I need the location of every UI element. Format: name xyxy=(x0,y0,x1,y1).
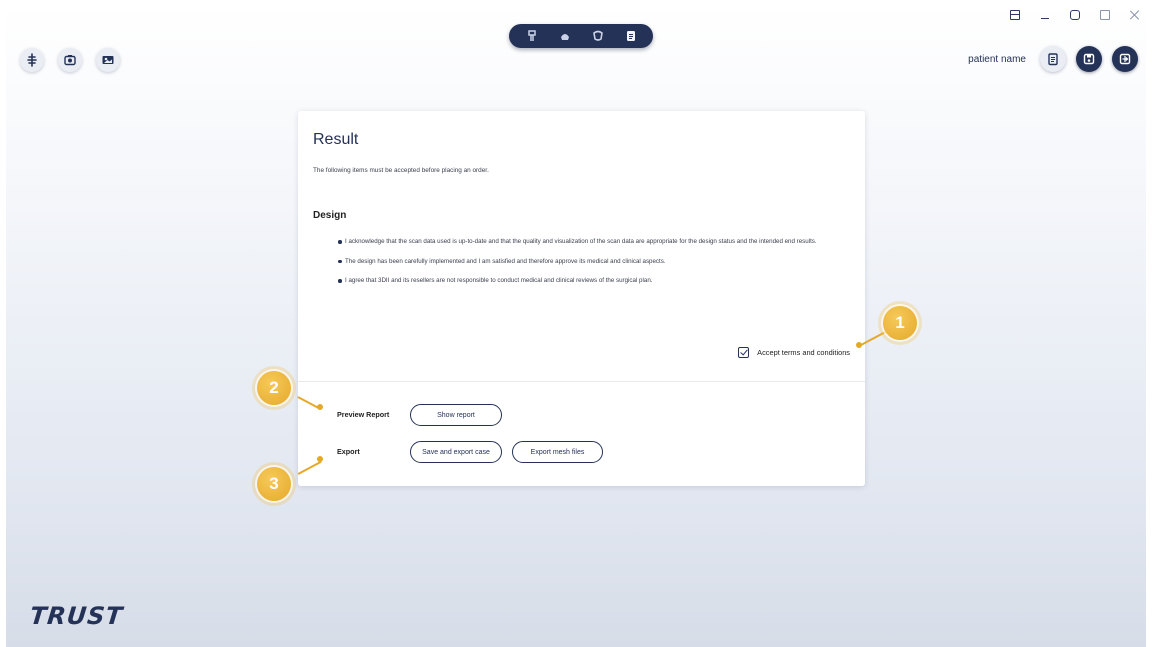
divider xyxy=(298,381,865,382)
callout-dot xyxy=(317,456,323,462)
step-guide[interactable] xyxy=(555,26,575,46)
bullet-icon xyxy=(338,240,342,244)
app-window: patient name Result The following items … xyxy=(6,6,1146,647)
implant-step-icon xyxy=(527,30,536,41)
camera-button[interactable] xyxy=(58,48,82,72)
patient-name: patient name xyxy=(968,53,1026,65)
popout-icon[interactable] xyxy=(1100,10,1110,20)
callout-number: 1 xyxy=(883,306,917,340)
step-tooth[interactable] xyxy=(588,26,608,46)
tooth-step-icon xyxy=(592,30,603,41)
result-step-icon xyxy=(626,31,635,41)
camera-icon xyxy=(64,55,76,66)
result-card: Result The following items must be accep… xyxy=(298,111,865,486)
maximize-icon[interactable] xyxy=(1070,10,1080,20)
term-text: The design has been carefully implemente… xyxy=(345,257,666,265)
list-item: I agree that 3DII and its resellers are … xyxy=(338,276,838,286)
save-button[interactable] xyxy=(1076,46,1102,72)
page-title: Result xyxy=(313,131,359,148)
callout-2: 2 xyxy=(252,366,296,410)
callout-3: 3 xyxy=(252,462,296,506)
accept-terms-label: Accept terms and conditions xyxy=(757,348,850,357)
design-terms-list: I acknowledge that the scan data used is… xyxy=(338,237,838,296)
image-button[interactable] xyxy=(96,48,120,72)
callout-dot xyxy=(317,404,323,410)
guide-step-icon xyxy=(560,34,569,40)
intro-text: The following items must be accepted bef… xyxy=(313,167,489,174)
callout-number: 2 xyxy=(257,371,291,405)
step-implant[interactable] xyxy=(522,26,542,46)
show-report-button[interactable]: Show report xyxy=(410,404,502,426)
list-item: The design has been carefully implemente… xyxy=(338,257,838,267)
save-and-export-button[interactable]: Save and export case xyxy=(410,441,502,463)
exit-icon xyxy=(1119,53,1131,65)
clipboard-button[interactable] xyxy=(1040,46,1066,72)
list-item: I acknowledge that the scan data used is… xyxy=(338,237,838,247)
minimize-icon[interactable] xyxy=(1040,10,1050,20)
term-text: I acknowledge that the scan data used is… xyxy=(345,238,817,245)
step-result[interactable] xyxy=(621,26,641,46)
export-label: Export xyxy=(337,447,360,456)
preview-report-label: Preview Report xyxy=(337,410,390,419)
callout-1: 1 xyxy=(878,301,922,345)
layout-icon[interactable] xyxy=(1010,10,1020,20)
exit-button[interactable] xyxy=(1112,46,1138,72)
accept-terms-checkbox[interactable]: Accept terms and conditions xyxy=(738,347,850,358)
term-text: I agree that 3DII and its resellers are … xyxy=(345,277,653,284)
export-mesh-files-button[interactable]: Export mesh files xyxy=(512,441,603,463)
workflow-stepper xyxy=(509,24,653,48)
implant-tool-button[interactable] xyxy=(20,48,44,72)
checkbox-checked-icon[interactable] xyxy=(738,347,750,358)
image-icon xyxy=(102,56,114,64)
bullet-icon xyxy=(338,259,342,263)
design-section-title: Design xyxy=(313,210,347,221)
save-icon xyxy=(1083,53,1095,65)
clipboard-icon xyxy=(1048,53,1058,66)
implant-tool-icon xyxy=(27,53,37,67)
callout-dot xyxy=(856,342,862,348)
left-toolbar xyxy=(20,48,120,72)
window-controls xyxy=(1010,8,1140,22)
close-icon[interactable] xyxy=(1130,10,1140,20)
bullet-icon xyxy=(338,279,342,283)
header-right: patient name xyxy=(968,46,1138,72)
trust-logo: TRUST xyxy=(28,602,125,630)
callout-number: 3 xyxy=(257,467,291,501)
